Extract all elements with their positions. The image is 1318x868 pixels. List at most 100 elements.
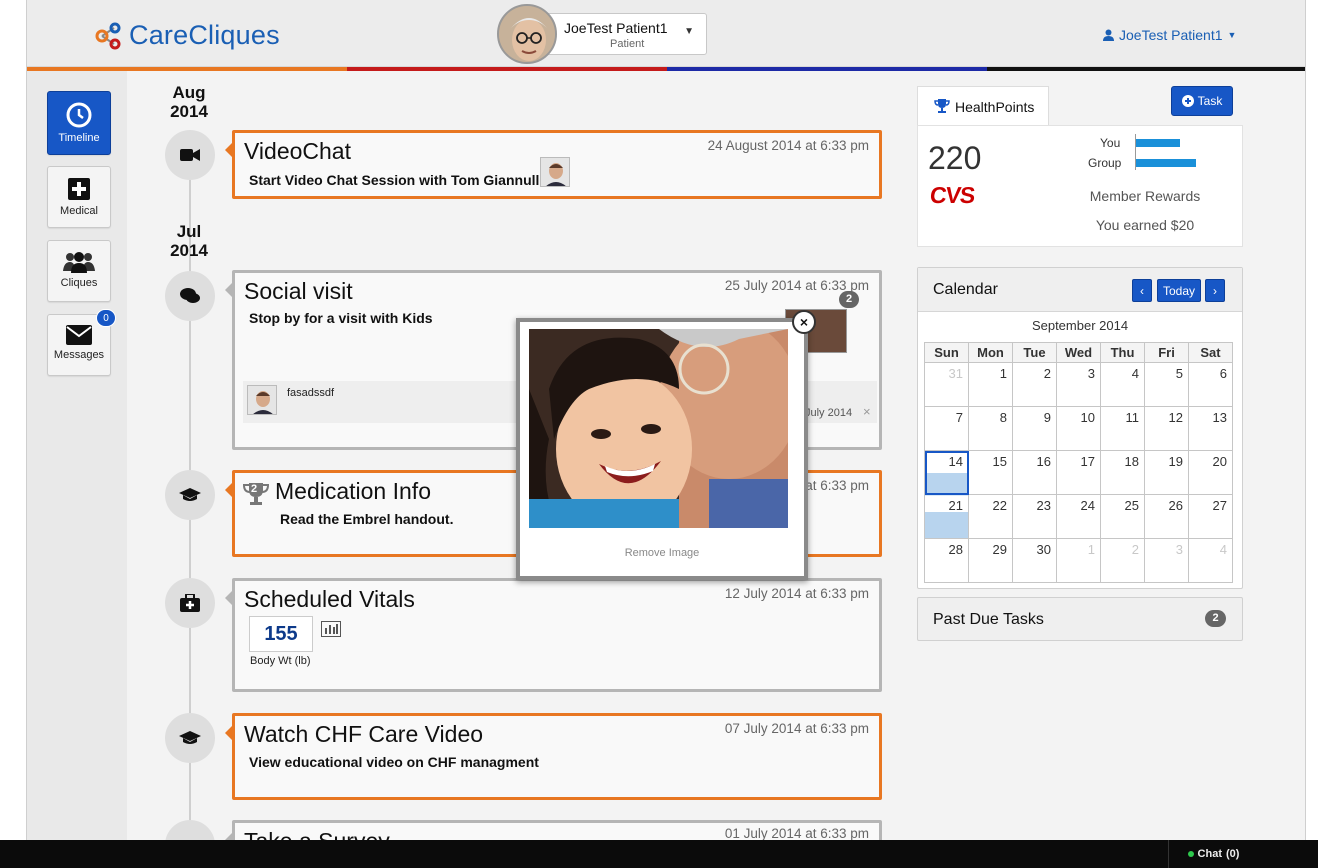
calendar-day[interactable]: 7 — [924, 406, 969, 451]
comment-text: fasadssdf — [287, 387, 335, 399]
calendar-day[interactable]: 8 — [968, 406, 1013, 451]
video-camera-icon — [165, 130, 215, 180]
sidebar: Timeline Medical Cliques 0 Messages — [27, 71, 127, 840]
timeline-card-videochat[interactable]: VideoChat 24 August 2014 at 6:33 pm Star… — [225, 130, 882, 199]
chevron-right-icon[interactable]: › — [1205, 279, 1225, 302]
calendar-day[interactable]: 6 — [1188, 362, 1233, 407]
calendar-day[interactable]: 28 — [924, 538, 969, 583]
close-icon[interactable]: × — [792, 310, 816, 334]
trophy-count: 2 — [251, 483, 258, 495]
patient-name: JoeTest Patient1 — [564, 20, 668, 36]
calendar-title: Calendar — [933, 281, 998, 298]
medkit-icon — [165, 578, 215, 628]
plus-circle-icon — [1181, 95, 1194, 107]
patient-selector[interactable]: JoeTest Patient1 Patient ▼ — [497, 4, 707, 64]
remove-image-link[interactable]: Remove Image — [484, 547, 840, 559]
calendar-day-today[interactable]: 14 — [924, 450, 969, 495]
timeline-date-aug: Aug 2014 — [157, 83, 221, 121]
sidebar-item-label: Timeline — [58, 132, 100, 144]
past-due-count-badge: 2 — [1205, 610, 1226, 627]
calendar-day[interactable]: 1 — [968, 362, 1013, 407]
card-description[interactable]: Start Video Chat Session with Tom Giannu… — [249, 172, 543, 188]
card-title: Scheduled Vitals — [244, 586, 415, 612]
weekday-header: Sat — [1188, 342, 1233, 363]
timeline-card-survey[interactable]: Take a Survey 01 July 2014 at 6:33 pm — [225, 820, 882, 840]
card-date: 07 July 2014 at 6:33 pm — [724, 721, 869, 736]
photo-count-badge: 2 — [839, 291, 859, 308]
past-due-title: Past Due Tasks — [933, 611, 1044, 628]
calendar-day[interactable]: 31 — [924, 362, 969, 407]
calendar-day[interactable]: 9 — [1012, 406, 1057, 451]
add-task-button[interactable]: Task — [1171, 86, 1233, 116]
patient-pill[interactable]: JoeTest Patient1 Patient ▼ — [535, 13, 707, 55]
calendar-grid: Sun Mon Tue Wed Thu Fri Sat 31 1 2 3 4 5… — [924, 342, 1233, 583]
calendar-day[interactable]: 5 — [1144, 362, 1189, 407]
calendar-day[interactable]: 1 — [1056, 538, 1101, 583]
calendar-day[interactable]: 16 — [1012, 450, 1057, 495]
timeline-card-scheduled-vitals[interactable]: Scheduled Vitals 12 July 2014 at 6:33 pm… — [225, 578, 882, 692]
card-title: Medication Info — [275, 478, 431, 504]
past-due-tasks-panel[interactable]: Past Due Tasks 2 — [917, 597, 1243, 641]
comment-date: July 2014 — [805, 407, 853, 419]
sidebar-item-cliques[interactable]: Cliques — [47, 240, 111, 302]
calendar-day[interactable]: 11 — [1100, 406, 1145, 451]
card-title: Take a Survey — [244, 828, 390, 840]
calendar-day[interactable]: 4 — [1100, 362, 1145, 407]
clock-icon — [66, 102, 92, 128]
patient-avatar — [497, 4, 557, 64]
calendar-day[interactable]: 15 — [968, 450, 1013, 495]
calendar-day[interactable]: 26 — [1144, 494, 1189, 539]
user-menu[interactable]: JoeTest Patient1 ▼ — [1103, 27, 1236, 43]
calendar-day[interactable]: 22 — [968, 494, 1013, 539]
trophy-icon — [934, 99, 950, 113]
calendar-day[interactable]: 30 — [1012, 538, 1057, 583]
calendar-day[interactable]: 17 — [1056, 450, 1101, 495]
people-icon — [63, 252, 95, 273]
calendar-day[interactable]: 29 — [968, 538, 1013, 583]
calendar-day[interactable]: 25 — [1100, 494, 1145, 539]
calendar-day[interactable]: 12 — [1144, 406, 1189, 451]
chat-button[interactable]: Chat (0) — [1168, 840, 1258, 868]
sidebar-item-messages[interactable]: 0 Messages — [47, 309, 116, 376]
card-date: 01 July 2014 at 6:33 pm — [724, 826, 869, 840]
calendar-day[interactable]: 3 — [1056, 362, 1101, 407]
tab-healthpoints[interactable]: HealthPoints — [917, 86, 1049, 126]
calendar-day[interactable]: 20 — [1188, 450, 1233, 495]
calendar-header: Calendar ‹ Today › — [918, 268, 1242, 312]
calendar-day[interactable]: 10 — [1056, 406, 1101, 451]
card-description[interactable]: View educational video on CHF managment — [249, 754, 539, 770]
calendar-day[interactable]: 18 — [1100, 450, 1145, 495]
avatar — [540, 157, 570, 187]
vital-value-box[interactable]: 155 — [249, 616, 313, 652]
calendar-day[interactable]: 24 — [1056, 494, 1101, 539]
task-button-label: Task — [1197, 94, 1223, 108]
timeline-card-chf-video[interactable]: Watch CHF Care Video 07 July 2014 at 6:3… — [225, 713, 882, 800]
calendar-day-selected[interactable]: 21 — [924, 494, 969, 539]
bar-chart-icon[interactable] — [321, 621, 341, 642]
rewards-earned: You earned $20 — [1095, 217, 1195, 233]
timeline-date-jul: Jul 2014 — [157, 222, 221, 260]
sponsor-logo: CVS — [928, 182, 976, 208]
calendar-day[interactable]: 2 — [1100, 538, 1145, 583]
image-popup: × Remove Image — [516, 310, 816, 580]
weekday-header: Thu — [1100, 342, 1145, 363]
calendar-day[interactable]: 13 — [1188, 406, 1233, 451]
chevron-left-icon[interactable]: ‹ — [1132, 279, 1152, 302]
chat-label: Chat — [1197, 848, 1222, 860]
logo[interactable]: CareCliques — [95, 20, 280, 51]
calendar-day[interactable]: 23 — [1012, 494, 1057, 539]
card-description[interactable]: Read the Embrel handout. — [280, 511, 453, 527]
sidebar-item-label: Messages — [53, 349, 105, 361]
today-button[interactable]: Today — [1157, 279, 1201, 302]
sidebar-item-timeline[interactable]: Timeline — [47, 91, 111, 155]
calendar-day[interactable]: 4 — [1188, 538, 1233, 583]
calendar-day[interactable]: 19 — [1144, 450, 1189, 495]
calendar-day[interactable]: 2 — [1012, 362, 1057, 407]
delete-comment-icon[interactable]: × — [863, 404, 871, 419]
logo-text: CareCliques — [129, 20, 280, 50]
calendar-day[interactable]: 27 — [1188, 494, 1233, 539]
sidebar-item-medical[interactable]: Medical — [47, 166, 111, 228]
user-icon — [1103, 29, 1114, 41]
calendar-day[interactable]: 3 — [1144, 538, 1189, 583]
logo-molecule-icon — [95, 22, 121, 49]
